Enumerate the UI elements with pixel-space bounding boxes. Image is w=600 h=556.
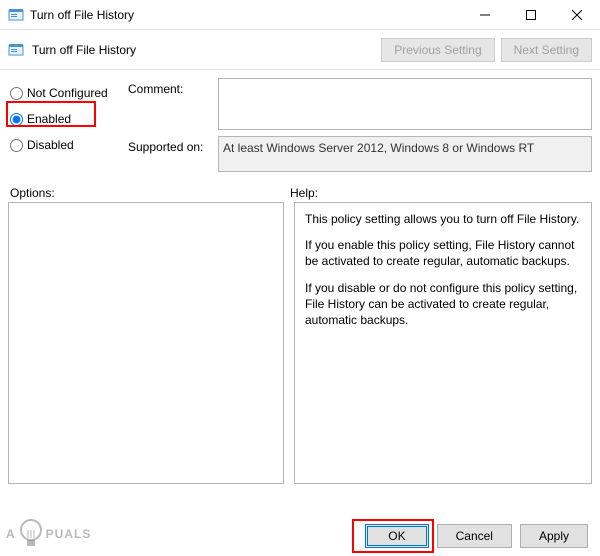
supported-on-label: Supported on: [128,136,218,172]
radio-not-configured-input[interactable] [10,87,23,100]
previous-setting-button[interactable]: Previous Setting [381,38,494,62]
radio-disabled[interactable]: Disabled [8,136,128,154]
comment-input[interactable] [218,78,592,130]
radio-not-configured[interactable]: Not Configured [8,84,128,102]
comment-label: Comment: [128,78,218,130]
help-label: Help: [290,186,590,200]
upper-panel: Not Configured Enabled Disabled Comment:… [0,70,600,178]
radio-label: Disabled [27,138,74,152]
policy-title: Turn off File History [32,43,375,57]
radio-disabled-input[interactable] [10,139,23,152]
fields-column: Comment: Supported on: At least Windows … [128,78,592,178]
radio-label: Not Configured [27,86,108,100]
help-box[interactable]: This policy setting allows you to turn o… [294,202,592,484]
apply-button[interactable]: Apply [520,524,588,548]
close-button[interactable] [554,0,600,30]
policy-icon [8,7,24,23]
options-label: Options: [10,186,290,200]
maximize-button[interactable] [508,0,554,30]
window-title: Turn off File History [30,8,462,22]
window-controls [462,0,600,29]
watermark: A PUALS [6,518,91,550]
lower-panel: This policy setting allows you to turn o… [0,202,600,484]
minimize-button[interactable] [462,0,508,30]
lower-labels: Options: Help: [0,178,600,202]
dialog-buttons: OK Cancel Apply [349,524,588,548]
supported-on-value: At least Windows Server 2012, Windows 8 … [218,136,592,172]
help-paragraph: This policy setting allows you to turn o… [305,211,581,227]
radio-enabled-input[interactable] [10,113,23,126]
bulb-icon [18,518,44,550]
titlebar: Turn off File History [0,0,600,30]
help-paragraph: If you enable this policy setting, File … [305,237,581,269]
watermark-text: PUALS [46,527,92,541]
watermark-text: A [6,527,16,541]
toolbar: Turn off File History Previous Setting N… [0,30,600,70]
next-setting-button[interactable]: Next Setting [501,38,592,62]
policy-icon [8,42,24,58]
radio-enabled[interactable]: Enabled [8,110,128,128]
ok-button[interactable]: OK [365,524,428,548]
help-paragraph: If you disable or do not configure this … [305,280,581,329]
radio-label: Enabled [27,112,71,126]
state-radio-group: Not Configured Enabled Disabled [8,78,128,178]
cancel-button[interactable]: Cancel [437,524,512,548]
options-box[interactable] [8,202,284,484]
